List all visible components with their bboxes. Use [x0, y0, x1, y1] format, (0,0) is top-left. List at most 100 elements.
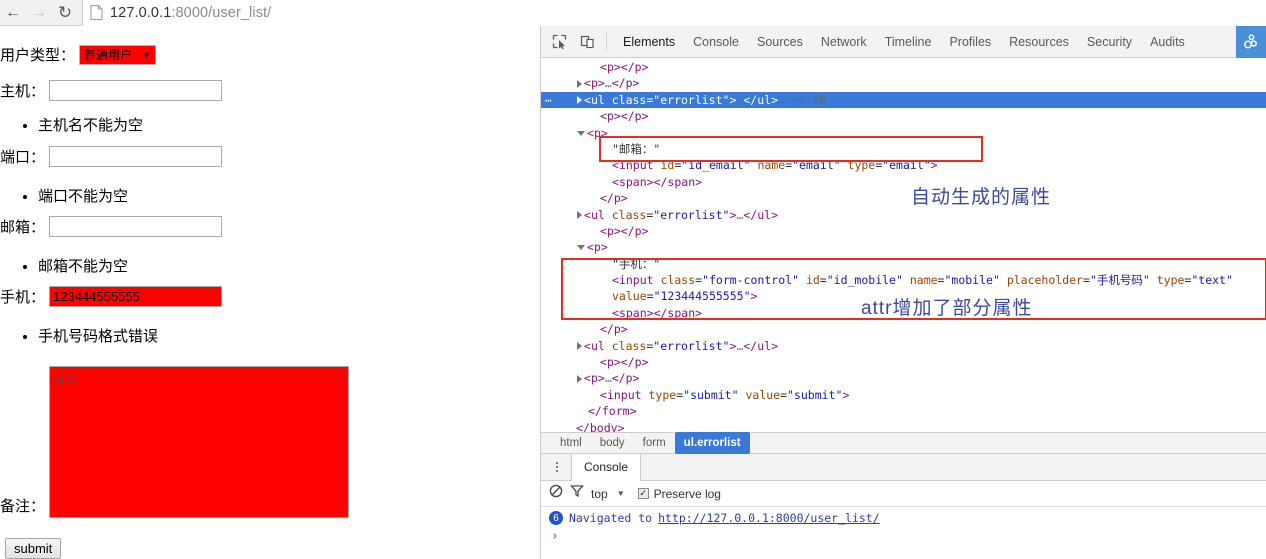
port-input[interactable] — [49, 146, 223, 167]
remark-row: 备注： — [0, 366, 350, 518]
dom-node-selected[interactable]: ⋯ <ul class="errorlist">…</ul> == $0 — [541, 91, 1266, 109]
page-content: 用户类型： 普通用户 ▼ 主机： 主机名不能为空 端口： 端口不能为空 邮箱： … — [0, 26, 540, 559]
dom-node[interactable]: </form> — [541, 403, 1266, 419]
console-context-value: top — [591, 486, 608, 501]
error-item: 主机名不能为空 — [38, 115, 143, 138]
url-path: :8000/user_list/ — [171, 4, 272, 21]
console-message-text: Navigated to — [569, 511, 653, 525]
submit-button[interactable]: submit — [5, 538, 62, 559]
mobile-row: 手机： — [0, 286, 223, 307]
dom-node[interactable]: <p>…</p> — [541, 75, 1266, 91]
disclosure-triangle-icon[interactable] — [577, 211, 582, 220]
dom-node[interactable]: <input type="submit" value="submit"> — [541, 387, 1266, 403]
dom-node[interactable]: <p> — [541, 125, 1266, 141]
filter-icon[interactable] — [570, 484, 584, 503]
host-row: 主机： — [0, 80, 223, 101]
breadcrumb-item-html[interactable]: html — [551, 432, 591, 454]
disclosure-triangle-icon[interactable] — [577, 96, 582, 105]
email-label: 邮箱： — [0, 219, 46, 236]
devtools-tab-network[interactable]: Network — [812, 26, 876, 58]
devtools-tab-timeline[interactable]: Timeline — [876, 26, 941, 58]
email-input[interactable] — [49, 216, 223, 237]
dom-node[interactable]: <ul class="errorlist">…</ul> — [541, 338, 1266, 354]
preserve-log-toggle[interactable]: ✓ Preserve log — [637, 486, 721, 501]
devtools-tab-profiles[interactable]: Profiles — [940, 26, 1000, 58]
dom-node[interactable]: </p> — [541, 190, 1266, 206]
drawer-tab-console[interactable]: Console — [571, 453, 642, 481]
error-item: 端口不能为空 — [38, 186, 128, 209]
port-row: 端口： — [0, 146, 223, 167]
url-text: 127.0.0.1:8000/user_list/ — [110, 5, 271, 21]
dom-node[interactable]: <p></p> — [541, 354, 1266, 370]
mobile-input[interactable] — [49, 286, 223, 307]
dom-node[interactable]: <p> — [541, 239, 1266, 255]
breadcrumb-item-body[interactable]: body — [591, 432, 634, 454]
back-arrow-icon[interactable]: ← — [0, 0, 26, 26]
error-item: 邮箱不能为空 — [38, 256, 128, 279]
dom-node[interactable]: <p>…</p> — [541, 370, 1266, 386]
devtools-tab-elements[interactable]: Elements — [614, 26, 684, 58]
more-options-icon[interactable] — [547, 457, 567, 477]
devtools-tab-security[interactable]: Security — [1078, 26, 1141, 58]
extension-icon[interactable] — [1236, 26, 1266, 58]
dom-tree[interactable]: <p></p> <p>…</p> ⋯ <ul class="errorlist">…<… — [541, 58, 1266, 432]
dom-node[interactable]: <p></p> — [541, 223, 1266, 239]
devtools-tab-audits[interactable]: Audits — [1141, 26, 1194, 58]
console-message-link[interactable]: http://127.0.0.1:8000/user_list/ — [658, 511, 880, 525]
host-label: 主机： — [0, 83, 46, 100]
devtools-tab-resources[interactable]: Resources — [1000, 26, 1078, 58]
mobile-label: 手机： — [0, 289, 46, 306]
devtools-toolbar: Elements Console Sources Network Timeline Pro… — [541, 26, 1266, 58]
usertype-label: 用户类型： — [0, 47, 76, 64]
usertype-selected-value: 普通用户 — [84, 48, 133, 62]
remark-textarea[interactable] — [49, 366, 350, 518]
disclosure-triangle-icon[interactable] — [577, 342, 582, 351]
dom-node[interactable]: </p> — [541, 321, 1266, 337]
console-input-prompt[interactable]: › — [541, 525, 1266, 544]
mobile-error-list: 手机号码格式错误 — [16, 326, 158, 349]
address-bar[interactable]: 127.0.0.1:8000/user_list/ — [82, 0, 1266, 26]
console-filter-bar: top ▼ ✓ Preserve log — [541, 481, 1266, 507]
dom-node[interactable]: "邮箱：" — [541, 141, 1266, 157]
port-label: 端口： — [0, 149, 46, 166]
dom-node[interactable]: <input id="id_email" name="email" type="… — [541, 157, 1266, 173]
usertype-select[interactable]: 普通用户 ▼ — [79, 44, 156, 65]
message-count-badge: 6 — [549, 511, 563, 525]
devtools-tab-sources[interactable]: Sources — [748, 26, 812, 58]
devtools-tab-console[interactable]: Console — [684, 26, 748, 58]
host-input[interactable] — [49, 80, 223, 101]
dom-node[interactable]: "手机：" — [541, 256, 1266, 272]
breadcrumb-item-form[interactable]: form — [634, 432, 675, 454]
disclosure-triangle-icon[interactable] — [577, 245, 585, 251]
clear-console-icon[interactable] — [549, 484, 563, 503]
console-context-selector[interactable]: top — [591, 487, 608, 501]
reload-icon[interactable]: ↻ — [52, 0, 78, 26]
dom-node[interactable]: <p></p> — [541, 108, 1266, 124]
annotation-label-attr-added: attr增加了部分属性 — [861, 298, 1033, 319]
chevron-down-icon[interactable]: ▼ — [617, 489, 625, 498]
dom-node[interactable]: <input class="form-control" id="id_mobil… — [541, 272, 1266, 288]
preserve-log-checkbox[interactable]: ✓ — [637, 488, 649, 499]
disclosure-triangle-icon[interactable] — [577, 130, 585, 136]
drawer-tabbar: Console — [541, 453, 1266, 481]
disclosure-triangle-icon[interactable] — [577, 79, 582, 88]
port-error-list: 端口不能为空 — [16, 186, 128, 209]
annotation-label-auto-attrs: 自动生成的属性 — [911, 187, 1052, 208]
console-message-row: 6 Navigated to http://127.0.0.1:8000/use… — [541, 507, 1266, 525]
email-row: 邮箱： — [0, 216, 223, 237]
dom-node[interactable]: <span></span> — [541, 174, 1266, 190]
email-error-list: 邮箱不能为空 — [16, 256, 128, 279]
dom-node[interactable]: </body> — [541, 420, 1266, 432]
browser-chrome: ← → ↻ 127.0.0.1:8000/user_list/ — [0, 0, 1266, 26]
dom-node[interactable]: <ul class="errorlist">…</ul> — [541, 207, 1266, 223]
forward-arrow-icon: → — [31, 3, 47, 21]
preserve-log-label: Preserve log — [653, 486, 721, 501]
breadcrumb-item-ul-errorlist[interactable]: ul.errorlist — [674, 432, 750, 454]
remark-label: 备注： — [0, 498, 46, 515]
page-document-icon — [90, 5, 103, 20]
inspect-element-icon[interactable] — [546, 29, 572, 55]
device-toolbar-icon[interactable] — [574, 29, 600, 55]
dom-node[interactable]: <p></p> — [541, 59, 1266, 75]
devtools-drawer: Console top ▼ ✓ Preserve log 6 Navigated… — [541, 453, 1266, 559]
disclosure-triangle-icon[interactable] — [577, 374, 582, 383]
